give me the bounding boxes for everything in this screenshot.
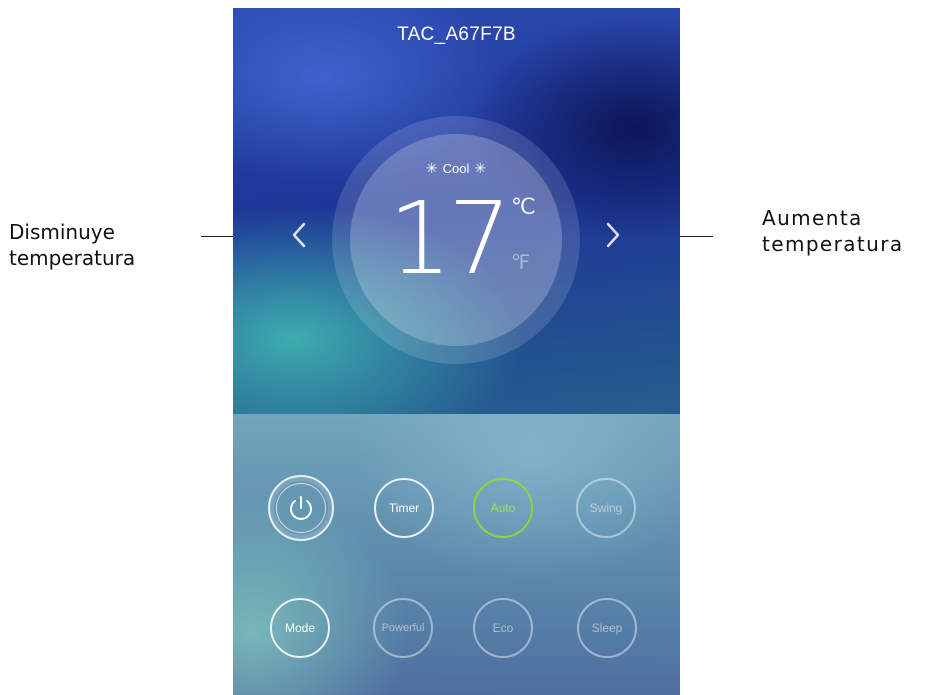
chevron-left-icon[interactable] — [291, 221, 307, 255]
timer-button[interactable]: Timer — [374, 478, 434, 538]
mode-label: Cool — [442, 161, 470, 176]
fahrenheit-unit-toggle[interactable]: ℉ — [511, 250, 530, 275]
power-button[interactable] — [268, 475, 334, 541]
control-panel: Timer Auto Swing Mode Powerful Eco Sleep — [233, 414, 680, 695]
eco-button[interactable]: Eco — [473, 598, 533, 658]
decrease-annotation-line2: temperatura — [9, 246, 136, 270]
power-button-ring — [276, 483, 326, 533]
device-name: TAC_A67F7B — [397, 24, 516, 45]
snowflake-icon: ✳ — [425, 160, 438, 176]
decrease-annotation-line1: Disminuye — [9, 220, 115, 244]
decrease-temperature-button[interactable] — [291, 221, 307, 249]
sleep-button[interactable]: Sleep — [577, 598, 637, 658]
auto-button[interactable]: Auto — [473, 478, 533, 538]
increase-annotation: Aumenta temperatura — [762, 205, 904, 257]
swing-button[interactable]: Swing — [576, 478, 636, 538]
page: Disminuye temperatura Aumenta temperatur… — [0, 0, 928, 695]
snowflake-icon: ✳ — [474, 160, 487, 176]
chevron-right-icon[interactable] — [605, 221, 621, 255]
powerful-button-label: Powerful — [381, 622, 425, 634]
increase-annotation-line2: temperatura — [762, 232, 904, 256]
auto-button-label: Auto — [490, 501, 516, 515]
mode-button-label: Mode — [284, 621, 316, 635]
decrease-annotation: Disminuye temperatura — [9, 219, 135, 271]
ac-remote-screen: TAC_A67F7B ✳ Cool ✳ 17 ℃ ℉ Timer Auto Sw… — [233, 8, 680, 695]
sleep-button-label: Sleep — [591, 621, 623, 635]
powerful-button[interactable]: Powerful — [373, 598, 433, 658]
increase-annotation-line1: Aumenta — [762, 206, 863, 230]
eco-button-label: Eco — [492, 621, 514, 635]
swing-button-label: Swing — [589, 501, 623, 515]
increase-temperature-button[interactable] — [605, 221, 621, 249]
temperature-value: 17 — [388, 180, 511, 297]
mode-indicator: ✳ Cool ✳ — [350, 160, 562, 177]
celsius-unit-toggle[interactable]: ℃ — [511, 194, 536, 220]
mode-button[interactable]: Mode — [270, 598, 330, 658]
timer-button-label: Timer — [388, 501, 420, 515]
